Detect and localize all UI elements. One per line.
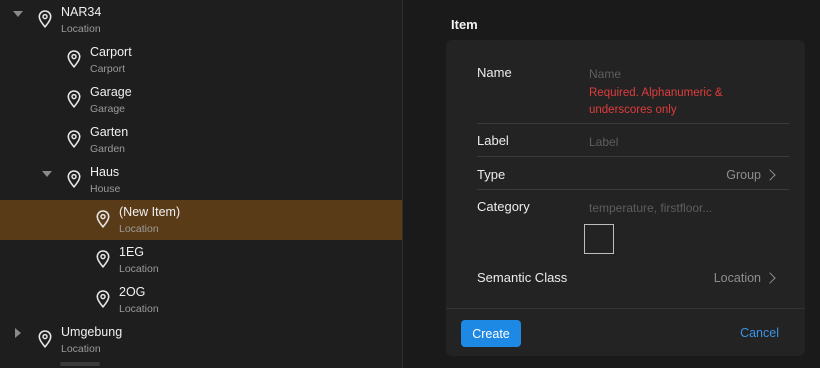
chevron-right-icon [764,169,776,181]
tree-item-subtitle: Location [61,343,101,355]
tree-item-title: Haus [90,165,120,179]
name-input[interactable]: Name [589,67,621,81]
location-pin-icon [67,50,81,68]
chevron-down-icon[interactable] [42,171,52,177]
tree-item-title: 2OG [119,285,146,299]
category-input[interactable]: temperature, firstfloor... [589,201,712,215]
label-label: Label [477,133,509,148]
type-value: Group [726,168,761,182]
tree-item-nar34[interactable]: NAR34 Location [0,0,402,40]
category-label: Category [477,199,530,214]
type-label: Type [477,167,506,182]
location-tree: NAR34 Location Carport Carport Garage Ga… [0,0,402,368]
location-pin-icon [96,250,110,268]
tree-item-title: NAR34 [61,5,102,19]
location-pin-icon [67,90,81,108]
semantic-class-label: Semantic Class [477,270,568,285]
separator [477,189,789,190]
item-form-pane: Item Name Name Required. Alphanumeric & … [403,0,820,368]
create-button[interactable]: Create [461,320,521,347]
tree-item-subtitle: Location [119,223,159,235]
tree-item-title: Garage [90,85,132,99]
tree-item-carport[interactable]: Carport Carport [0,40,402,80]
separator [477,123,789,124]
location-pin-icon [38,330,52,348]
tree-item-title: Umgebung [61,325,123,339]
tree-item-umgebung[interactable]: Umgebung Location [0,320,402,360]
tree-item-title: Garten [90,125,129,139]
semantic-class-value: Location [713,271,761,285]
name-label: Name [477,65,512,80]
tree-item-new-item[interactable]: (New Item) Location [0,200,402,240]
tree-item-title: Carport [90,45,132,59]
tree-item-title: (New Item) [119,205,181,219]
tree-item-haus[interactable]: Haus House [0,160,402,200]
chevron-right-icon[interactable] [15,328,21,338]
tree-item-subtitle: House [90,183,121,195]
category-color-swatch[interactable] [584,224,614,254]
form-title: Item [451,17,478,32]
chevron-down-icon[interactable] [13,11,23,17]
label-input[interactable]: Label [589,135,618,149]
location-pin-icon [67,130,81,148]
tree-item-clipped [0,362,402,368]
chevron-right-icon [764,272,776,284]
tree-item-subtitle: Garage [90,103,126,115]
name-error-message: Required. Alphanumeric & underscores onl… [589,87,723,116]
tree-item-garten[interactable]: Garten Garden [0,120,402,160]
tree-item-1eg[interactable]: 1EG Location [0,240,402,280]
tree-item-subtitle: Location [119,263,159,275]
tree-item-subtitle: Carport [90,63,126,75]
tree-item-subtitle: Location [61,23,101,35]
item-form-card: Name Name Required. Alphanumeric & under… [446,40,805,356]
tree-item-title: 1EG [119,245,145,259]
card-footer-separator [446,308,805,309]
tree-item-subtitle: Location [119,303,159,315]
cancel-button[interactable]: Cancel [740,326,779,340]
location-pin-icon [96,290,110,308]
separator [477,156,789,157]
location-pin-icon [96,210,110,228]
tree-item-garage[interactable]: Garage Garage [0,80,402,120]
tree-item-subtitle: Garden [90,143,126,155]
location-pin-icon [67,170,81,188]
tree-item-2og[interactable]: 2OG Location [0,280,402,320]
location-pin-icon [38,10,52,28]
